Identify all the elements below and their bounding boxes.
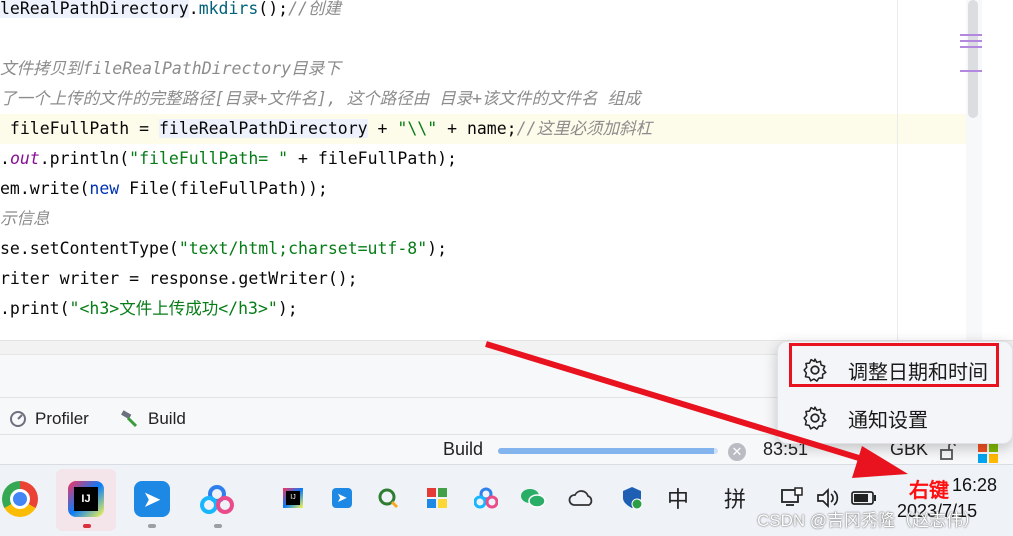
code-line[interactable]: 文件拷贝到fileRealPathDirectory目录下 [0,54,341,84]
code-token: .println( [39,149,130,168]
right-margin-guide [897,0,898,340]
baidu-netdisk-tray-icon[interactable] [474,483,498,513]
annotation-label: 右键 [909,480,949,502]
code-editor[interactable]: leRealPathDirectory.mkdirs();//创建 文件拷贝到fi… [0,0,966,340]
menu-item-label: 通知设置 [848,409,928,432]
intellij-idea-icon[interactable]: IJ [68,481,104,517]
code-token: ); [277,299,298,318]
code-token: 示信息 [0,209,50,228]
profiler-icon [10,411,26,427]
tool-window-build-label: Build [148,409,186,428]
search-tray-icon[interactable] [376,483,400,513]
code-token: mkdirs [198,0,259,18]
code-token: fileFullPath = [0,119,159,138]
tool-window-profiler-label: Profiler [35,409,89,428]
running-indicator [83,524,91,528]
code-token: ); [427,239,448,258]
code-line[interactable]: leRealPathDirectory.mkdirs();//创建 [0,0,341,24]
code-token: 了一个上传的文件的完整路径[目录+文件名], 这个路径由 目录+该文件的文件名 … [0,89,641,108]
code-token: //这里必须加斜杠 [516,119,652,138]
menu-item-notification-settings[interactable]: 通知设置 [788,398,1002,438]
feishu-icon[interactable]: ➤ [134,481,170,517]
ime-mode-indicator[interactable]: 中 [665,483,691,513]
unlock-icon[interactable] [938,441,958,461]
code-token: "text/html;charset=utf-8" [178,239,428,258]
code-line[interactable]: .out.println("fileFullPath= " + fileFull… [0,144,457,174]
code-token: "fileFullPath= " [129,149,289,168]
annotation-highlight-box [789,343,999,387]
build-status-label[interactable]: Build [443,439,483,460]
baidu-netdisk-icon[interactable] [199,481,235,517]
code-token: . [0,149,10,168]
code-token: riter writer = response.getWriter(); [0,269,358,288]
code-token: File(fileFullPath)); [119,179,328,198]
colorful-app-tray-icon[interactable] [425,483,449,513]
marker-line [960,70,982,72]
windows-security-icon[interactable] [619,483,645,513]
error-stripe [982,0,1013,340]
windows-logo-icon[interactable] [978,443,998,463]
code-token: + [367,119,398,138]
code-token: "\\" [397,119,438,138]
code-line[interactable]: 了一个上传的文件的完整路径[目录+文件名], 这个路径由 目录+该文件的文件名 … [0,84,640,114]
wechat-tray-icon[interactable] [520,483,546,513]
feishu-tray-icon[interactable]: ➤ [332,488,352,508]
code-line[interactable]: riter writer = response.getWriter(); [0,264,358,294]
code-token: leRealPathDirectory [0,0,189,18]
code-token: se.setContentType( [0,239,179,258]
ime-layout-indicator[interactable]: 拼 [722,483,748,513]
code-token: out [9,149,40,168]
chrome-icon[interactable] [2,481,38,517]
code-line[interactable]: .print("<h3>文件上传成功</h3>"); [0,294,298,324]
code-token: em.write( [0,179,90,198]
divider [0,397,780,398]
code-token: 文件拷贝到fileRealPathDirectory目录下 [0,59,341,78]
code-line[interactable]: fileFullPath = fileRealPathDirectory + "… [0,114,652,144]
code-token: new [89,179,120,198]
code-line[interactable]: em.write(new File(fileFullPath)); [0,174,328,204]
clock-time[interactable]: 16:28 [952,475,997,496]
running-indicator [148,524,156,528]
code-token: (); [258,0,289,18]
marker-line [960,34,982,36]
cancel-build-icon[interactable]: ✕ [728,443,746,461]
hammer-icon [121,410,138,428]
tool-window-build[interactable]: Build [120,405,186,433]
code-line[interactable]: 示信息 [0,204,50,234]
code-token: . [188,0,199,18]
code-token: fileRealPathDirectory [158,119,368,138]
watermark: CSDN @吉冈秀隆（赵志伟） [757,511,981,530]
onedrive-cloud-icon[interactable] [568,483,596,513]
code-token: "<h3>文件上传成功</h3>" [69,299,278,318]
build-progress-fill [498,448,714,454]
code-token: + fileFullPath); [288,149,457,168]
gear-icon [803,406,827,430]
code-line[interactable]: se.setContentType("text/html;charset=utf… [0,234,447,264]
vertical-scrollbar-thumb[interactable] [968,0,978,118]
build-progress-bar [498,448,718,454]
code-token: .print( [0,299,70,318]
marker-line [960,40,982,42]
code-token: + name; [437,119,517,138]
code-token: //创建 [288,0,341,18]
tool-window-profiler[interactable]: Profiler [9,405,89,433]
running-indicator [214,524,222,528]
marker-line [960,46,982,48]
intellij-tray-icon[interactable]: IJ [283,488,303,508]
